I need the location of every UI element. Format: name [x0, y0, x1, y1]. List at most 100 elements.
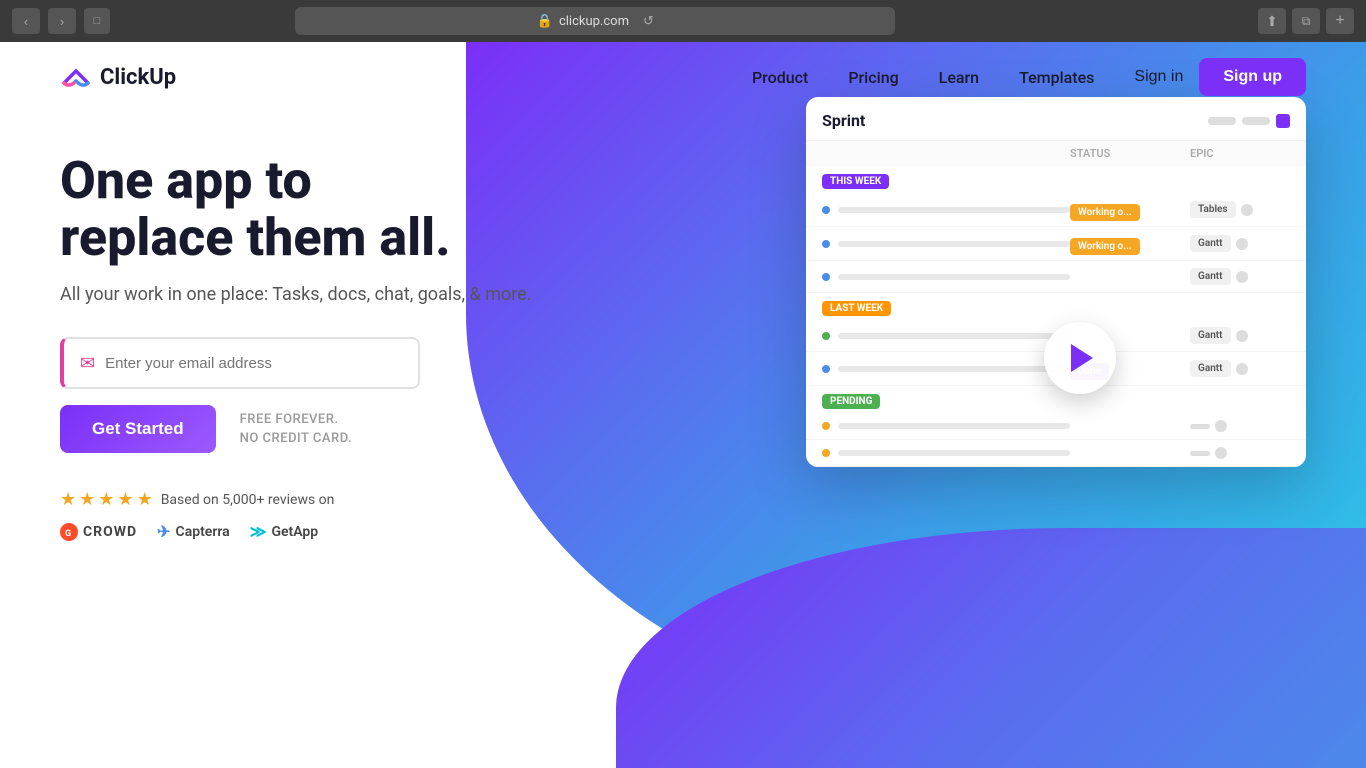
- table-row: Gantt: [806, 261, 1306, 293]
- task-dot: [822, 332, 830, 340]
- star-1: ★: [60, 489, 76, 510]
- svg-text:G: G: [65, 529, 71, 539]
- th-epic: EPIC: [1190, 147, 1290, 160]
- headline-line1: One app to: [60, 150, 312, 211]
- email-form: ✉: [60, 337, 420, 389]
- row-controls: Gantt: [1190, 327, 1290, 344]
- status-chip: Working o...: [1070, 204, 1140, 221]
- back-button[interactable]: ‹: [12, 8, 40, 34]
- capterra-logo: ✈ Capterra: [157, 522, 230, 541]
- star-2: ★: [79, 489, 95, 510]
- nav-learn[interactable]: Learn: [939, 68, 979, 87]
- row-controls: Gantt: [1190, 268, 1290, 285]
- capterra-icon: ✈: [157, 522, 170, 541]
- logo-text: ClickUp: [100, 65, 176, 90]
- play-button[interactable]: [1044, 322, 1116, 394]
- hero-headline: One app to replace them all.: [60, 152, 620, 266]
- ctrl-dot: [1276, 114, 1290, 128]
- table-row: Working o... Tables: [806, 193, 1306, 227]
- rc-dot: [1215, 447, 1227, 459]
- reviews-row: ★ ★ ★ ★ ★ Based on 5,000+ reviews on: [60, 489, 1306, 510]
- logo-icon: [60, 61, 92, 93]
- star-4: ★: [117, 489, 133, 510]
- reload-icon: ↺: [643, 14, 654, 29]
- get-started-button[interactable]: Get Started: [60, 405, 216, 453]
- task-dot: [822, 449, 830, 457]
- header-controls: [1208, 114, 1290, 128]
- row-controls: [1190, 420, 1290, 432]
- row-controls: Tables: [1190, 201, 1290, 218]
- tab-button[interactable]: □: [84, 8, 110, 34]
- g2-crowd-logo: G CROWD: [60, 523, 137, 541]
- nav-pricing[interactable]: Pricing: [848, 68, 898, 87]
- rc-dot: [1236, 330, 1248, 342]
- task-bar: [838, 366, 1070, 372]
- badge-this-week: THIS WEEK: [822, 174, 889, 189]
- task-bar: [838, 333, 1070, 339]
- task-bar: [838, 207, 1070, 213]
- row-controls: Gantt: [1190, 360, 1290, 377]
- task-dot: [822, 422, 830, 430]
- capterra-text: Capterra: [176, 524, 230, 540]
- table-row: [806, 440, 1306, 467]
- email-icon: ✉: [80, 353, 95, 374]
- play-triangle-icon: [1071, 344, 1093, 372]
- task-dot: [822, 240, 830, 248]
- ctrl-bar-2: [1242, 117, 1270, 125]
- window-button[interactable]: ⧉: [1292, 8, 1320, 34]
- headline-line2: replace them all.: [60, 207, 451, 268]
- free-line2: NO CREDIT CARD.: [240, 429, 352, 449]
- epic-chip: Gantt: [1190, 235, 1231, 252]
- g2-icon: G: [60, 523, 78, 541]
- rc-dot: [1236, 271, 1248, 283]
- getapp-icon: ≫: [250, 522, 267, 541]
- task-dot: [822, 365, 830, 373]
- task-dot: [822, 273, 830, 281]
- table-row: [806, 413, 1306, 440]
- task-bar: [838, 423, 1070, 429]
- share-button[interactable]: ⬆: [1258, 8, 1286, 34]
- nav-templates[interactable]: Templates: [1019, 68, 1094, 87]
- free-line1: FREE FOREVER.: [240, 410, 352, 430]
- th-status: STATUS: [1070, 147, 1190, 160]
- sprint-title: Sprint: [822, 111, 865, 130]
- forward-button[interactable]: ›: [48, 8, 76, 34]
- browser-actions: ⬆ ⧉ +: [1258, 8, 1354, 34]
- badge-pending: PENDING: [822, 394, 880, 409]
- epic-chip: Tables: [1190, 201, 1236, 218]
- star-3: ★: [98, 489, 114, 510]
- stars: ★ ★ ★ ★ ★: [60, 489, 153, 510]
- nav-links: Product Pricing Learn Templates: [752, 68, 1094, 87]
- task-bar: [838, 450, 1070, 456]
- th-task: [822, 147, 1070, 160]
- task-dot: [822, 206, 830, 214]
- add-button[interactable]: +: [1326, 8, 1354, 34]
- row-controls: Gantt: [1190, 235, 1290, 252]
- crowd-text: CROWD: [83, 524, 137, 540]
- ctrl-bar-1: [1208, 117, 1236, 125]
- logo-link[interactable]: ClickUp: [60, 61, 176, 93]
- rc-dot: [1236, 363, 1248, 375]
- row-controls: [1190, 447, 1290, 459]
- nav-actions: Sign in Sign up: [1134, 58, 1306, 96]
- getapp-text: GetApp: [271, 524, 318, 540]
- task-bar: [838, 241, 1070, 247]
- badge-last-week: LAST WEEK: [822, 301, 891, 316]
- signup-button[interactable]: Sign up: [1199, 58, 1306, 96]
- nav-product[interactable]: Product: [752, 68, 808, 87]
- url-text: clickup.com: [559, 14, 629, 29]
- app-screenshot: Sprint STATUS EPIC THIS WEEK Working o..…: [806, 97, 1306, 467]
- rc-dot: [1236, 238, 1248, 250]
- rc-dot: [1215, 420, 1227, 432]
- email-input[interactable]: [105, 355, 402, 372]
- task-bar: [838, 274, 1070, 280]
- free-text: FREE FOREVER. NO CREDIT CARD.: [240, 410, 352, 449]
- address-bar[interactable]: 🔒 clickup.com ↺: [295, 7, 895, 35]
- epic-chip: Gantt: [1190, 327, 1231, 344]
- table-row: Working o... Gantt: [806, 227, 1306, 261]
- signin-button[interactable]: Sign in: [1134, 68, 1183, 86]
- review-logos: G CROWD ✈ Capterra ≫ GetApp: [60, 522, 1306, 541]
- browser-chrome: ‹ › □ 🔒 clickup.com ↺ ⬆ ⧉ +: [0, 0, 1366, 42]
- navbar: ClickUp Product Pricing Learn Templates …: [0, 42, 1366, 112]
- getapp-logo: ≫ GetApp: [250, 522, 318, 541]
